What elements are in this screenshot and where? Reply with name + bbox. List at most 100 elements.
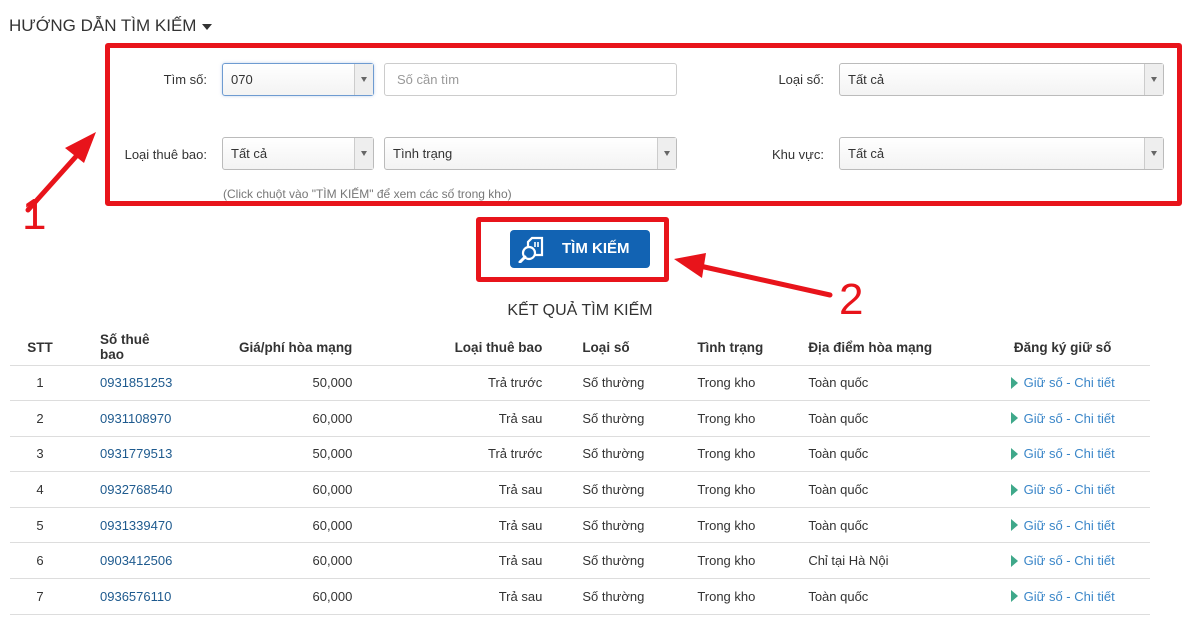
phone-number-link[interactable]: 0903412506 — [70, 542, 173, 580]
hold-number-link[interactable]: Giữ số - Chi tiết — [975, 365, 1150, 402]
cell-location: Toàn quốc — [775, 471, 976, 508]
khu-vuc-select[interactable]: Tất cả — [839, 137, 1164, 170]
cell-stt: 3 — [10, 436, 70, 473]
cell-stt: 6 — [10, 542, 70, 580]
cell-status: Trong kho — [657, 542, 776, 580]
play-arrow-icon — [1010, 554, 1018, 567]
cell-location: Toàn quốc — [775, 365, 976, 402]
table-row: 3 0931779513 50,000 Trả trước Số thường Trong… — [10, 436, 1150, 473]
hold-number-label: Giữ số - Chi tiết — [1023, 517, 1115, 533]
cell-status: Trong kho — [657, 507, 776, 544]
header-dia-diem: Địa điểm hòa mạng — [775, 330, 976, 366]
results-title: KẾT QUẢ TÌM KIẾM — [507, 302, 653, 319]
phone-number-link[interactable]: 0936576110 — [70, 578, 173, 615]
hold-number-label: Giữ số - Chi tiết — [1023, 446, 1115, 462]
search-button-label: TÌM KIẾM — [562, 240, 630, 257]
phone-number-link[interactable]: 0931339470 — [70, 507, 173, 544]
hold-number-label: Giữ số - Chi tiết — [1023, 482, 1115, 498]
hold-number-label: Giữ số - Chi tiết — [1023, 410, 1115, 426]
cell-subscriber-type: Trả sau — [352, 578, 543, 615]
loai-so-select[interactable]: Tất cả — [839, 63, 1164, 96]
chevron-down-icon — [354, 138, 373, 169]
cell-status: Trong kho — [657, 578, 776, 615]
hold-number-link[interactable]: Giữ số - Chi tiết — [975, 436, 1150, 473]
sim-search-icon — [518, 236, 544, 263]
tim-so-label: Tìm số: — [163, 72, 207, 87]
cell-number-type: Số thường — [542, 365, 658, 402]
play-arrow-icon — [1010, 590, 1018, 603]
khu-vuc-value: Tất cả — [848, 146, 885, 161]
caret-down-icon — [202, 24, 213, 30]
header-dang-ky: Đăng ký giữ số — [975, 330, 1150, 366]
table-row: 4 0932768540 60,000 Trả sau Số thường Trong k… — [10, 471, 1150, 508]
loai-so-label: Loại số: — [778, 72, 824, 87]
search-button[interactable]: TÌM KIẾM — [510, 230, 650, 268]
number-search-input[interactable] — [384, 63, 677, 96]
cell-status: Trong kho — [657, 471, 776, 508]
results-table: STT Số thuê bao Giá/phí hòa mạng Loại th… — [10, 330, 1150, 615]
cell-stt: 7 — [10, 578, 70, 615]
play-arrow-icon — [1010, 412, 1018, 425]
table-row: 2 0931108970 60,000 Trả sau Số thường Trong k… — [10, 400, 1150, 437]
table-header-row: STT Số thuê bao Giá/phí hòa mạng Loại th… — [10, 330, 1150, 366]
cell-subscriber-type: Trả trước — [352, 365, 543, 402]
header-so-thue-bao: Số thuê bao — [70, 330, 173, 366]
header-loai-thue-bao: Loại thuê bao — [352, 330, 543, 366]
annotation-arrowhead-2 — [674, 253, 706, 278]
header-loai-so: Loại số — [542, 330, 658, 366]
khu-vuc-label: Khu vực: — [771, 147, 824, 162]
chevron-down-icon — [354, 64, 373, 95]
cell-price: 50,000 — [172, 436, 353, 473]
play-arrow-icon — [1010, 376, 1018, 389]
cell-location: Chỉ tại Hà Nội — [775, 542, 976, 580]
chevron-down-icon — [657, 138, 676, 169]
cell-number-type: Số thường — [542, 436, 658, 473]
chevron-down-icon — [1144, 138, 1163, 169]
cell-status: Trong kho — [657, 365, 776, 402]
cell-subscriber-type: Trả sau — [352, 507, 543, 544]
cell-status: Trong kho — [657, 436, 776, 473]
annotation-arrowhead-1 — [65, 132, 96, 163]
search-hint: (Click chuột vào "TÌM KIẾM" để xem các s… — [223, 187, 512, 201]
cell-price: 50,000 — [172, 365, 353, 402]
cell-location: Toàn quốc — [775, 400, 976, 437]
table-row: 1 0931851253 50,000 Trả trước Số thường Trong… — [10, 365, 1150, 402]
cell-price: 60,000 — [172, 507, 353, 544]
cell-number-type: Số thường — [542, 400, 658, 437]
guide-toggle[interactable]: HƯỚNG DẪN TÌM KIẾM — [9, 16, 213, 36]
cell-subscriber-type: Trả trước — [352, 436, 543, 473]
cell-price: 60,000 — [172, 542, 353, 580]
hold-number-link[interactable]: Giữ số - Chi tiết — [975, 400, 1150, 437]
table-row: 5 0931339470 60,000 Trả sau Số thường Trong k… — [10, 507, 1150, 544]
cell-stt: 1 — [10, 365, 70, 402]
cell-stt: 5 — [10, 507, 70, 544]
guide-title: HƯỚNG DẪN TÌM KIẾM — [9, 16, 197, 35]
loai-thue-bao-select[interactable]: Tất cả — [222, 137, 374, 170]
phone-number-link[interactable]: 0932768540 — [70, 471, 173, 508]
hold-number-label: Giữ số - Chi tiết — [1023, 553, 1115, 569]
annotation-arrow-2 — [697, 263, 833, 298]
cell-subscriber-type: Trả sau — [352, 542, 543, 580]
hold-number-label: Giữ số - Chi tiết — [1023, 375, 1115, 391]
table-row: 7 0936576110 60,000 Trả sau Số thường Trong k… — [10, 578, 1150, 615]
cell-subscriber-type: Trả sau — [352, 471, 543, 508]
hold-number-link[interactable]: Giữ số - Chi tiết — [975, 578, 1150, 615]
tim-so-select[interactable]: 070 — [222, 63, 374, 96]
loai-so-value: Tất cả — [848, 72, 885, 87]
play-arrow-icon — [1010, 519, 1018, 532]
loai-thue-bao-value: Tất cả — [231, 146, 268, 161]
phone-number-link[interactable]: 0931779513 — [70, 436, 173, 473]
hold-number-link[interactable]: Giữ số - Chi tiết — [975, 471, 1150, 508]
cell-number-type: Số thường — [542, 471, 658, 508]
cell-number-type: Số thường — [542, 578, 658, 615]
phone-number-link[interactable]: 0931851253 — [70, 365, 173, 402]
cell-price: 60,000 — [172, 471, 353, 508]
cell-status: Trong kho — [657, 400, 776, 437]
phone-number-link[interactable]: 0931108970 — [70, 400, 173, 437]
tinh-trang-select[interactable]: Tình trạng — [384, 137, 677, 170]
hold-number-link[interactable]: Giữ số - Chi tiết — [975, 507, 1150, 544]
cell-number-type: Số thường — [542, 507, 658, 544]
hold-number-link[interactable]: Giữ số - Chi tiết — [975, 542, 1150, 580]
cell-stt: 4 — [10, 471, 70, 508]
tinh-trang-value: Tình trạng — [393, 146, 453, 161]
